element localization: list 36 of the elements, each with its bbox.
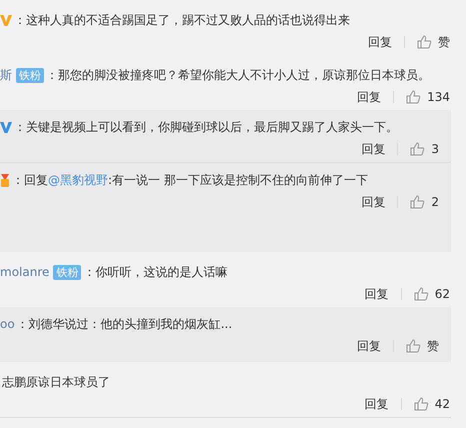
- comment-text: ：刘德华说过：他的头撞到我的烟灰缸...: [16, 316, 232, 333]
- reply-link[interactable]: 回复: [361, 193, 386, 211]
- medal-icon: [0, 174, 10, 186]
- reply-link[interactable]: 回复: [357, 337, 381, 355]
- user-name[interactable]: 斯: [0, 66, 12, 84]
- like-count: 2: [431, 194, 439, 211]
- reply-link[interactable]: 回复: [361, 140, 386, 158]
- like-count: 赞: [427, 338, 439, 355]
- reply-link[interactable]: 回复: [357, 88, 382, 106]
- like-count: 134: [427, 89, 450, 106]
- user-name[interactable]: molanre: [0, 263, 50, 281]
- reply-link[interactable]: 回复: [364, 285, 389, 303]
- comment-text: ：你听听，这说的是人话嘛: [83, 264, 228, 281]
- thumbs-up-icon[interactable]: [406, 90, 422, 104]
- thumbs-up-icon[interactable]: [414, 397, 429, 411]
- like-count: 42: [434, 396, 450, 413]
- comment-text: ：这种人真的不适合踢国足了，踢不过又败人品的话也说得出来: [14, 12, 350, 29]
- comment-text: 志鹏原谅日本球员了: [2, 374, 110, 391]
- reply-link[interactable]: 回复: [368, 33, 392, 51]
- fan-badge: 铁粉: [53, 264, 82, 280]
- thumbs-up-icon[interactable]: [417, 35, 432, 49]
- like-count: 62: [434, 286, 450, 303]
- thumbs-up-icon[interactable]: [410, 195, 426, 209]
- verified-icon: [0, 120, 12, 134]
- like-count: 3: [431, 141, 439, 158]
- like-count: 赞: [438, 34, 450, 51]
- comment-text: ：那您的脚没被撞疼吧？希望你能大人不计小人过，原谅那位日本球员。: [46, 67, 430, 84]
- thumbs-up-icon[interactable]: [406, 339, 421, 353]
- thumbs-up-icon[interactable]: [410, 142, 426, 156]
- comment-text: ：回复@黑豹视野:有一说一 那一下应该是控制不住的向前伸了一下: [12, 172, 368, 189]
- comment-text: ：关键是视频上可以看到，你脚碰到球以后，最后脚又踢了人家头一下。: [14, 119, 398, 136]
- verified-icon: [0, 14, 12, 26]
- fan-badge: 铁粉: [16, 68, 44, 82]
- thumbs-up-icon[interactable]: [414, 287, 429, 301]
- reply-link[interactable]: 回复: [364, 395, 389, 413]
- user-name[interactable]: oo: [0, 315, 15, 333]
